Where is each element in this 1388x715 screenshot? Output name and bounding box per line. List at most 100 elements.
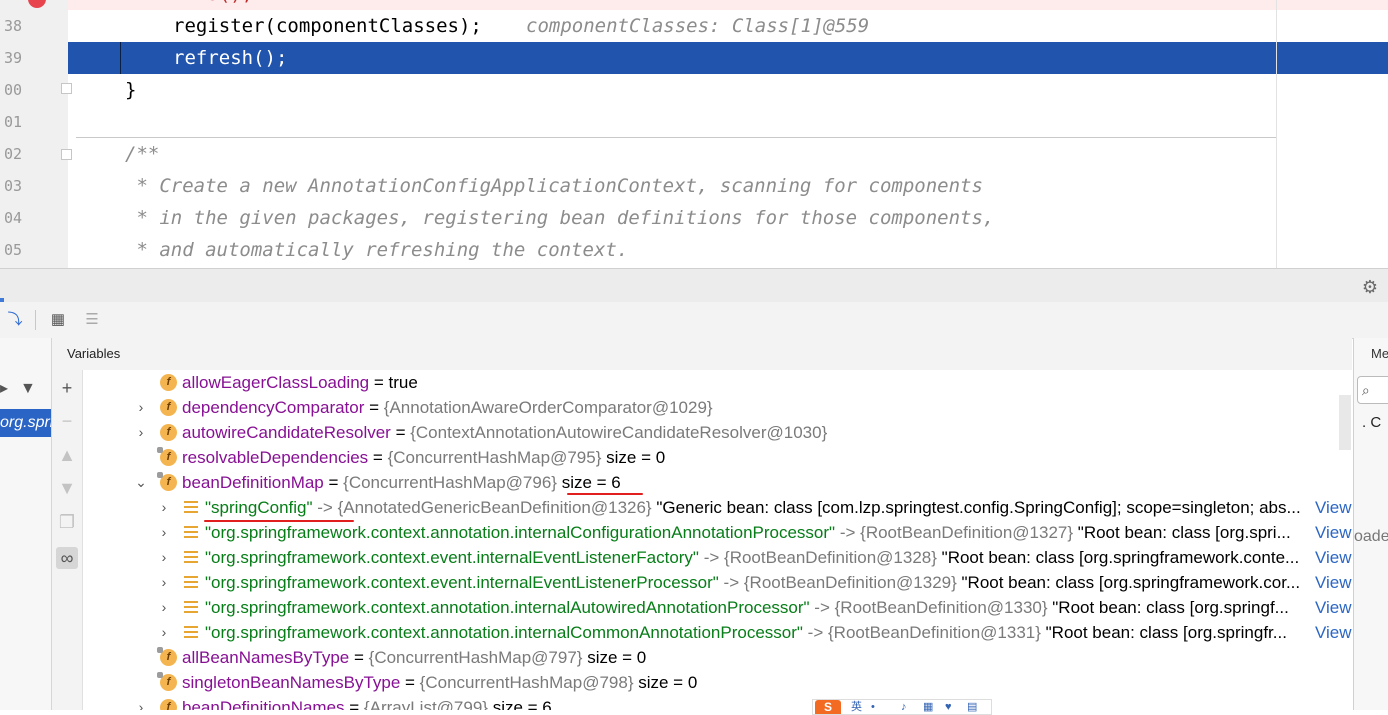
expand-arrow-icon[interactable]: › <box>134 395 148 420</box>
field-icon: f <box>160 399 177 416</box>
expand-arrow-icon[interactable]: › <box>157 570 171 595</box>
expand-arrow-icon[interactable]: › <box>157 620 171 645</box>
line-number: 05 <box>3 241 22 259</box>
variable-row[interactable]: › f beanDefinitionNames = {ArrayList@799… <box>83 695 1352 710</box>
glasses-icon[interactable]: ∞ <box>56 547 78 569</box>
keyboard-icon[interactable]: ▦ <box>923 701 935 713</box>
entry-description: "Root bean: class [org.springframework.c… <box>936 548 1300 567</box>
evaluate-icon[interactable]: ☰ <box>82 310 102 330</box>
field-icon: f <box>160 374 177 391</box>
variable-row[interactable]: › f dependencyComparator = {AnnotationAw… <box>83 395 1352 420</box>
ime-language-label[interactable]: 英 <box>851 701 863 713</box>
table-view-icon[interactable]: ▦ <box>48 310 68 330</box>
variable-size: size = 0 <box>633 673 698 692</box>
arrow-down-icon[interactable]: ▼ <box>56 477 78 499</box>
line-number: 01 <box>3 113 22 131</box>
plus-icon[interactable]: + <box>56 377 78 399</box>
line-number: 38 <box>3 17 22 35</box>
code-line-current-execution: refresh(); <box>68 42 1388 74</box>
ime-logo-icon[interactable]: S <box>815 700 841 714</box>
map-entry-row[interactable]: › "springConfig" -> {AnnotatedGenericBea… <box>83 495 1352 520</box>
punctuation-icon[interactable]: • <box>871 701 883 713</box>
field-icon: f <box>157 647 177 666</box>
minus-icon[interactable]: − <box>56 410 78 432</box>
entry-ref: {AnnotatedGenericBeanDefinition@1326} <box>337 498 652 517</box>
view-link[interactable]: View <box>1315 620 1352 645</box>
line-number: 04 <box>3 209 22 227</box>
variable-name: allowEagerClassLoading <box>182 373 370 392</box>
skin-icon[interactable]: ♥ <box>945 701 957 713</box>
view-link[interactable]: View <box>1315 520 1352 545</box>
expand-arrow-icon[interactable]: › <box>157 545 171 570</box>
scrollbar-thumb[interactable] <box>1339 395 1351 450</box>
variable-value: {ConcurrentHashMap@798} <box>419 673 634 692</box>
map-entry-icon <box>184 526 198 539</box>
map-entry-row[interactable]: › "org.springframework.context.annotatio… <box>83 595 1352 620</box>
expand-arrow-icon[interactable]: › <box>157 495 171 520</box>
toolbox-icon[interactable]: ▤ <box>967 701 979 713</box>
code-line-comment: * in the given packages, registering bea… <box>125 207 995 229</box>
variable-row[interactable]: f allowEagerClassLoading = true <box>83 370 1352 395</box>
fold-marker-icon[interactable] <box>61 149 72 160</box>
gear-icon[interactable]: ⚙ <box>1360 277 1380 297</box>
code-line-comment: * and automatically refreshing the conte… <box>125 239 629 261</box>
map-entry-row[interactable]: › "org.springframework.context.annotatio… <box>83 620 1352 645</box>
entry-key: "org.springframework.context.event.inter… <box>205 573 719 592</box>
copy-icon[interactable]: ❐ <box>56 511 78 533</box>
map-entry-row[interactable]: › "org.springframework.context.event.int… <box>83 570 1352 595</box>
microphone-icon[interactable]: ♪ <box>901 701 913 713</box>
variable-row[interactable]: f singletonBeanNamesByType = {Concurrent… <box>83 670 1352 695</box>
code-line-partial: this(); <box>68 0 1388 10</box>
variables-header: Variables <box>52 338 1352 371</box>
code-line-comment: /** <box>125 143 160 165</box>
variable-size: size = 6 <box>487 698 552 710</box>
variable-name: beanDefinitionMap <box>182 473 324 492</box>
field-icon: f <box>160 424 177 441</box>
search-icon[interactable]: ⌕ <box>1357 376 1388 404</box>
text-caret <box>120 42 121 74</box>
filter-icon[interactable]: ▼ <box>20 380 36 398</box>
frame-item-selected[interactable]: org.spri <box>0 409 51 437</box>
variable-row[interactable]: f resolvableDependencies = {ConcurrentHa… <box>83 445 1352 470</box>
arrow-up-icon[interactable]: ▲ <box>56 444 78 466</box>
map-entry-row[interactable]: › "org.springframework.context.annotatio… <box>83 520 1352 545</box>
line-number: 02 <box>3 145 22 163</box>
view-link[interactable]: View <box>1315 495 1352 520</box>
map-entry-icon <box>184 601 198 614</box>
step-into-icon[interactable]: ⤵ <box>5 310 25 330</box>
frames-menu-icon[interactable]: ▸ <box>0 378 8 398</box>
variable-value: {ConcurrentHashMap@797} <box>368 648 583 667</box>
fold-marker-icon[interactable] <box>61 83 72 94</box>
map-entry-row[interactable]: › "org.springframework.context.event.int… <box>83 545 1352 570</box>
map-entry-icon <box>184 551 198 564</box>
memory-row: . C <box>1362 414 1382 431</box>
code-editor[interactable]: 38 39 00 01 02 03 04 05 this(); register… <box>0 0 1388 268</box>
collapse-arrow-icon[interactable]: ⌄ <box>134 470 148 495</box>
editor-gutter: 38 39 00 01 02 03 04 05 <box>0 0 68 268</box>
variable-row[interactable]: › f autowireCandidateResolver = {Context… <box>83 420 1352 445</box>
entry-ref: {RootBeanDefinition@1328} <box>724 548 937 567</box>
variables-tree[interactable]: f allowEagerClassLoading = true › f depe… <box>83 370 1352 710</box>
expand-arrow-icon[interactable]: › <box>134 420 148 445</box>
view-link[interactable]: View <box>1315 545 1352 570</box>
variable-row-expanded[interactable]: ⌄ f beanDefinitionMap = {ConcurrentHashM… <box>83 470 1352 495</box>
inline-debug-value: componentClasses: Class[1]@559 <box>526 15 870 37</box>
entry-ref: {RootBeanDefinition@1327} <box>860 523 1074 542</box>
field-icon: f <box>160 699 177 710</box>
variable-name: allBeanNamesByType <box>182 648 350 667</box>
memory-tab[interactable]: Me <box>1371 346 1388 361</box>
variable-name: singletonBeanNamesByType <box>182 673 401 692</box>
entry-key: "org.springframework.context.annotation.… <box>205 523 836 542</box>
variable-row[interactable]: f allBeanNamesByType = {ConcurrentHashMa… <box>83 645 1352 670</box>
view-link[interactable]: View <box>1315 570 1352 595</box>
view-link[interactable]: View <box>1315 595 1352 620</box>
code-line-comment: * Create a new AnnotationConfigApplicati… <box>125 175 983 197</box>
expand-arrow-icon[interactable]: › <box>134 695 148 710</box>
entry-description: "Root bean: class [org.springfr... <box>1040 623 1287 642</box>
expand-arrow-icon[interactable]: › <box>157 595 171 620</box>
entry-description: "Generic bean: class [com.lzp.springtest… <box>651 498 1301 517</box>
annotation-underline <box>204 520 354 522</box>
code-line-brace: } <box>125 79 137 101</box>
line-number: 00 <box>3 81 22 99</box>
expand-arrow-icon[interactable]: › <box>157 520 171 545</box>
